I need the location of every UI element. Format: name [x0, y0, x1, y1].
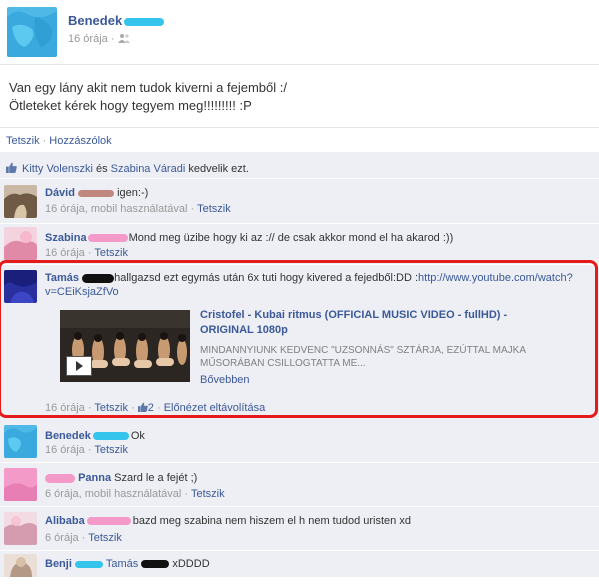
comment-separator: [0, 178, 599, 179]
post-author-name[interactable]: Benedek: [68, 13, 122, 28]
comment-separator: [0, 223, 599, 224]
comment-meta: 6 órája · Tetszik: [45, 532, 122, 544]
redacted-name: [92, 432, 129, 441]
liker-1[interactable]: Kitty Volenszki: [22, 163, 93, 175]
comment-time[interactable]: 16 órája, mobil használatával: [45, 203, 187, 215]
meta-separator: ·: [81, 532, 86, 544]
comment-author[interactable]: Benji: [45, 558, 72, 570]
highlight-box: [0, 260, 598, 418]
redacted-name: [45, 473, 75, 483]
redacted-name: [124, 17, 165, 26]
post-text-line1: Van egy lány akit nem tudok kiverni a fe…: [9, 80, 287, 95]
post-actions: Tetszik · Hozzászólok: [6, 135, 112, 147]
comment-time[interactable]: 6 órája, mobil használatával: [45, 488, 181, 500]
post-meta: 16 órája ·: [68, 33, 130, 45]
comment-text: bazd meg szabina nem hiszem el h nem tud…: [132, 515, 411, 527]
comment-like-link[interactable]: Tetszik: [191, 488, 225, 500]
commenter-avatar[interactable]: [4, 425, 37, 458]
comment-author[interactable]: Alibaba: [45, 515, 85, 527]
redacted-name: [141, 560, 170, 569]
post-text-line2: Ötleteket kérek hogy tegyem meg!!!!!!!!!…: [9, 98, 252, 113]
redacted-name: [78, 189, 115, 197]
likes-conjunction: és: [95, 163, 108, 175]
thumbs-up-icon: [6, 162, 17, 173]
post-time[interactable]: 16 órája: [68, 33, 108, 45]
meta-separator: ·: [87, 247, 92, 259]
comment-meta: 6 órája, mobil használatával · Tetszik: [45, 488, 225, 500]
meta-separator: ·: [87, 444, 92, 456]
comment-time[interactable]: 6 órája: [45, 532, 79, 544]
body-divider: [0, 127, 599, 128]
post-like-link[interactable]: Tetszik: [6, 135, 40, 147]
author-avatar[interactable]: [7, 7, 57, 57]
likes-summary: Kitty Volenszki és Szabina Váradi kedvel…: [6, 162, 249, 175]
comment-like-link[interactable]: Tetszik: [197, 203, 231, 215]
header-divider: [0, 64, 599, 65]
comment-separator: [0, 462, 599, 463]
comment-text: Mond meg üzibe hogy ki az :// de csak ak…: [128, 232, 454, 244]
comment-text: igen:-): [117, 187, 149, 199]
comment-separator: [0, 550, 599, 551]
likes-suffix: kedvelik ezt.: [188, 163, 249, 175]
comment-text: Szard le a fejét ;): [114, 472, 198, 484]
comment-author[interactable]: Dávid: [45, 187, 75, 199]
actions-separator: ·: [42, 135, 47, 147]
audience-icon[interactable]: [117, 33, 130, 43]
comment-author[interactable]: Benedek: [45, 430, 91, 442]
comment-author[interactable]: Panna: [78, 472, 111, 484]
redacted-name: [86, 517, 131, 526]
comment-meta: 16 órája · Tetszik: [45, 247, 128, 259]
meta-separator: ·: [190, 203, 195, 215]
comment-separator: [0, 506, 599, 507]
redacted-name: [74, 560, 103, 568]
comment-text: Ok: [130, 430, 145, 442]
mentioned-user[interactable]: Tamás: [106, 558, 138, 570]
liker-2[interactable]: Szabina Váradi: [111, 163, 186, 175]
post-meta-separator: ·: [110, 33, 115, 45]
comment-text: xDDDD: [172, 558, 210, 570]
redacted-name: [87, 234, 128, 243]
comment-author[interactable]: Szabina: [45, 232, 87, 244]
commenter-avatar[interactable]: [4, 554, 37, 587]
comment-time[interactable]: 16 órája: [45, 247, 85, 259]
comment-time[interactable]: 16 órája: [45, 444, 85, 456]
post-comment-link[interactable]: Hozzászólok: [49, 135, 111, 147]
commenter-avatar[interactable]: [4, 512, 37, 545]
commenter-avatar[interactable]: [4, 468, 37, 501]
commenter-avatar[interactable]: [4, 227, 37, 260]
comment-meta: 16 órája · Tetszik: [45, 444, 128, 456]
post-header: Benedek 16 órája ·: [0, 0, 599, 64]
comment-like-link[interactable]: Tetszik: [94, 247, 128, 259]
commenter-avatar[interactable]: [4, 185, 37, 218]
post-body: Van egy lány akit nem tudok kiverni a fe…: [9, 79, 287, 115]
comment-like-link[interactable]: Tetszik: [88, 532, 122, 544]
comment-like-link[interactable]: Tetszik: [94, 444, 128, 456]
comment-meta: 16 órája, mobil használatával · Tetszik: [45, 203, 231, 215]
meta-separator: ·: [184, 488, 189, 500]
